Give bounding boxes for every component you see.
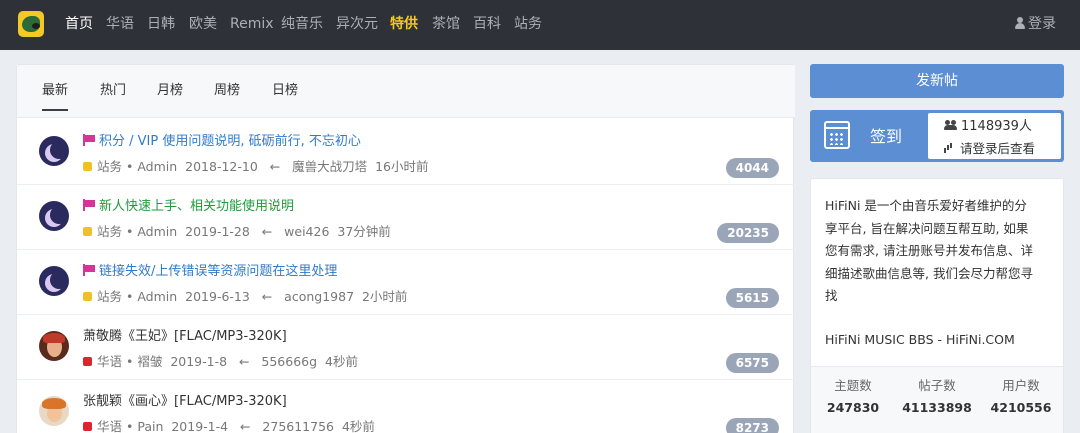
tab-latest[interactable]: 最新 xyxy=(42,82,69,111)
thread-title[interactable]: 萧敬腾《王妃》[FLAC/MP3-320K] xyxy=(83,328,287,346)
thread-title[interactable]: 链接失效/上传错误等资源问题在这里处理 xyxy=(83,263,337,281)
checkin-info: 1148939人 请登录后查看 xyxy=(928,113,1061,159)
thread-meta: 站务 • Admin 2018-12-10 ← 魔兽大战刀塔 16小时前 xyxy=(83,158,429,176)
thread-category[interactable]: 华语 xyxy=(97,419,122,433)
about-description: HiFiNi 是一个由音乐爱好者维护的分 享平台, 旨在解决问题互帮互助, 如果… xyxy=(825,198,1033,303)
thread-title[interactable]: 张靓颖《画心》[FLAC/MP3-320K] xyxy=(83,393,287,411)
thread-row[interactable]: 张靓颖《画心》[FLAC/MP3-320K] 华语 • Pain 2019-1-… xyxy=(17,380,795,433)
last-reply-user[interactable]: acong1987 xyxy=(284,289,354,304)
tab-monthly[interactable]: 月榜 xyxy=(157,82,183,100)
nav-instrumental[interactable]: 纯音乐 xyxy=(281,15,323,33)
thread-author[interactable]: 褶皱 xyxy=(137,354,162,369)
last-reply-time: 16小时前 xyxy=(375,159,429,174)
thread-meta: 站务 • Admin 2019-6-13 ← acong1987 2小时前 xyxy=(83,288,407,306)
thread-row[interactable]: 链接失效/上传错误等资源问题在这里处理 站务 • Admin 2019-6-13… xyxy=(17,250,795,315)
login-label: 登录 xyxy=(1028,16,1056,32)
thread-title[interactable]: 新人快速上手、相关功能使用说明 xyxy=(83,198,294,216)
site-stats: 主题数 247830 帖子数 41133898 用户数 4210556 xyxy=(811,366,1063,433)
tab-hot[interactable]: 热门 xyxy=(100,82,126,100)
stat-posts: 帖子数 41133898 xyxy=(902,378,972,415)
reply-count-badge: 5615 xyxy=(725,288,779,308)
nav-remix[interactable]: Remix xyxy=(230,15,274,33)
pin-flag-icon xyxy=(83,264,95,276)
thread-date: 2019-1-4 xyxy=(171,419,229,433)
stat-users: 用户数 4210556 xyxy=(990,378,1052,415)
thread-date: 2019-6-13 xyxy=(185,289,250,304)
thread-title[interactable]: 积分 / VIP 使用问题说明, 砥砺前行, 不忘初心 xyxy=(83,133,361,151)
thread-category[interactable]: 站务 xyxy=(97,289,122,304)
nav-home[interactable]: 首页 xyxy=(65,15,93,33)
reply-count-badge: 8273 xyxy=(725,418,779,433)
thread-tabs: 最新 热门 月榜 周榜 日榜 xyxy=(17,65,795,118)
nav-acg[interactable]: 异次元 xyxy=(336,15,378,33)
nav-western[interactable]: 欧美 xyxy=(189,15,217,33)
category-color-icon xyxy=(83,357,92,366)
last-reply-user[interactable]: 556666g xyxy=(261,354,317,369)
nav-teahouse[interactable]: 茶馆 xyxy=(432,15,460,33)
calendar-icon xyxy=(824,121,850,149)
last-reply-time: 4秒前 xyxy=(325,354,358,369)
checkin-count: 1148939人 xyxy=(944,118,1032,136)
checkin-ranking-link[interactable]: 请登录后查看 xyxy=(944,140,1035,158)
nav-chinese[interactable]: 华语 xyxy=(106,15,134,33)
top-navbar: 首页 华语 日韩 欧美 Remix 纯音乐 异次元 特供 茶馆 百科 站务 登录 xyxy=(0,0,1080,50)
reply-count-badge: 4044 xyxy=(725,158,779,178)
site-logo[interactable] xyxy=(18,11,44,37)
nav-jpkr[interactable]: 日韩 xyxy=(147,15,175,33)
checkin-label[interactable]: 签到 xyxy=(870,127,902,147)
login-link[interactable]: 登录 xyxy=(1015,15,1056,33)
thread-category[interactable]: 华语 xyxy=(97,354,122,369)
new-post-button[interactable]: 发新帖 xyxy=(810,64,1064,98)
thread-author[interactable]: Admin xyxy=(137,159,177,174)
nav-special[interactable]: 特供 xyxy=(390,15,418,33)
thread-panel: 最新 热门 月榜 周榜 日榜 积分 / VIP 使用问题说明, 砥砺前行, 不忘… xyxy=(16,64,795,433)
nav-site-affairs[interactable]: 站务 xyxy=(514,15,542,33)
avatar[interactable] xyxy=(39,331,69,361)
last-reply-user[interactable]: 275611756 xyxy=(262,419,334,433)
pin-flag-icon xyxy=(83,134,95,146)
about-signature: HiFiNi MUSIC BBS - HiFiNi.COM xyxy=(825,332,1015,347)
thread-author[interactable]: Admin xyxy=(137,224,177,239)
avatar[interactable] xyxy=(39,396,69,426)
category-color-icon xyxy=(83,162,92,171)
avatar[interactable] xyxy=(39,266,69,296)
last-reply-time: 37分钟前 xyxy=(337,224,391,239)
avatar[interactable] xyxy=(39,136,69,166)
thread-author[interactable]: Admin xyxy=(137,289,177,304)
last-reply-time: 4秒前 xyxy=(341,419,375,433)
tab-daily[interactable]: 日榜 xyxy=(272,82,298,100)
bar-chart-icon xyxy=(944,143,954,153)
thread-row[interactable]: 积分 / VIP 使用问题说明, 砥砺前行, 不忘初心 站务 • Admin 2… xyxy=(17,120,795,185)
reply-count-badge: 6575 xyxy=(725,353,779,373)
thread-meta: 华语 • 褶皱 2019-1-8 ← 556666g 4秒前 xyxy=(83,353,358,371)
nav-wiki[interactable]: 百科 xyxy=(473,15,501,33)
about-card: HiFiNi 是一个由音乐爱好者维护的分 享平台, 旨在解决问题互帮互助, 如果… xyxy=(810,178,1064,433)
thread-row[interactable]: 萧敬腾《王妃》[FLAC/MP3-320K] 华语 • 褶皱 2019-1-8 … xyxy=(17,315,795,380)
thread-date: 2018-12-10 xyxy=(185,159,258,174)
thread-category[interactable]: 站务 xyxy=(97,159,122,174)
category-color-icon xyxy=(83,292,92,301)
last-reply-user[interactable]: 魔兽大战刀塔 xyxy=(292,159,367,174)
category-color-icon xyxy=(83,227,92,236)
checkin-panel[interactable]: 签到 1148939人 请登录后查看 xyxy=(810,110,1064,162)
avatar[interactable] xyxy=(39,201,69,231)
stat-topics: 主题数 247830 xyxy=(826,378,880,415)
users-icon xyxy=(944,120,958,131)
thread-date: 2019-1-28 xyxy=(185,224,250,239)
thread-row[interactable]: 新人快速上手、相关功能使用说明 站务 • Admin 2019-1-28 ← w… xyxy=(17,185,795,250)
last-reply-time: 2小时前 xyxy=(361,289,408,304)
thread-meta: 华语 • Pain 2019-1-4 ← 275611756 4秒前 xyxy=(83,418,375,433)
thread-category[interactable]: 站务 xyxy=(97,224,122,239)
tab-weekly[interactable]: 周榜 xyxy=(214,82,240,100)
thread-date: 2019-1-8 xyxy=(170,354,228,369)
user-icon xyxy=(1015,17,1025,29)
thread-meta: 站务 • Admin 2019-1-28 ← wei426 37分钟前 xyxy=(83,223,391,241)
category-color-icon xyxy=(83,422,92,431)
reply-count-badge: 20235 xyxy=(717,223,779,243)
last-reply-user[interactable]: wei426 xyxy=(284,224,329,239)
pin-flag-icon xyxy=(83,199,95,211)
thread-author[interactable]: Pain xyxy=(137,419,163,433)
